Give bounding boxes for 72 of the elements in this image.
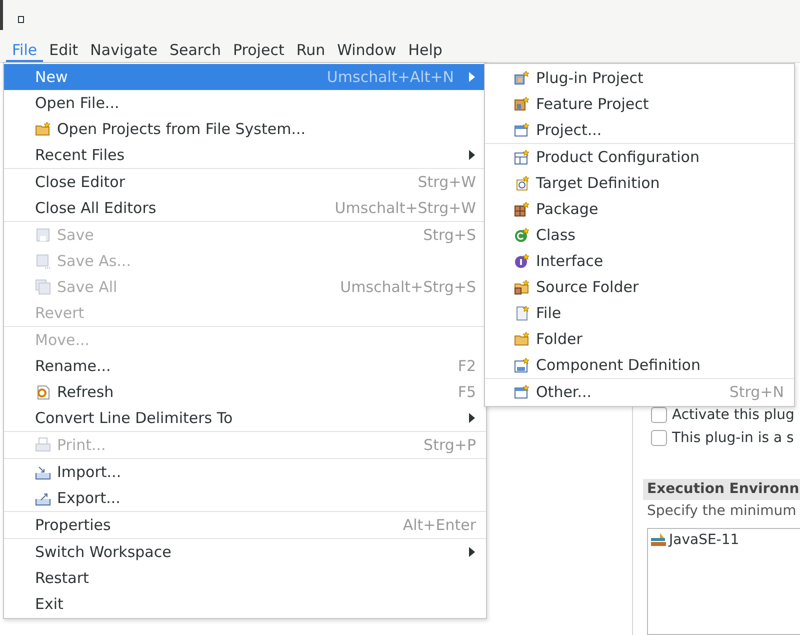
source-folder-icon	[514, 279, 530, 295]
menu-item[interactable]: Class	[485, 222, 794, 248]
menu-item[interactable]: Component Definition	[485, 352, 794, 378]
menu-item[interactable]: Feature Project	[485, 91, 794, 117]
menu-item[interactable]: Exit	[4, 591, 486, 617]
shortcut-label: Umschalt+Alt+N	[326, 68, 454, 86]
menu-item[interactable]: File	[485, 300, 794, 326]
shortcut-label: Umschalt+Strg+W	[334, 199, 476, 217]
package-icon	[514, 201, 530, 217]
folder-icon	[35, 121, 51, 137]
menu-item[interactable]: Project...	[485, 117, 794, 143]
window-icon	[514, 384, 530, 400]
menu-item[interactable]: Folder	[485, 326, 794, 352]
checkbox[interactable]	[651, 430, 667, 446]
menu-item[interactable]: Other... Strg+N	[485, 379, 794, 405]
menu-item[interactable]: Rename... F2	[4, 353, 486, 379]
section-description: Specify the minimum	[646, 502, 798, 521]
menu-title[interactable]: Window	[331, 40, 402, 62]
menu-item[interactable]: Recent Files	[4, 142, 486, 168]
menu-item[interactable]: Close All Editors Umschalt+Strg+W	[4, 195, 486, 221]
shortcut-label: Strg+P	[424, 436, 476, 454]
menu-item[interactable]: Close Editor Strg+W	[4, 169, 486, 195]
feature-icon	[514, 96, 530, 112]
folder-icon	[514, 331, 530, 347]
checkbox[interactable]	[651, 406, 667, 422]
file-icon	[514, 305, 530, 321]
menu-item[interactable]: Target Definition	[485, 170, 794, 196]
shortcut-label: Strg+W	[418, 173, 476, 191]
menu-item[interactable]: Restart	[4, 565, 486, 591]
list-item[interactable]: JavaSE-11	[651, 532, 797, 548]
checkbox-label: This plug-in is a s	[672, 430, 794, 446]
component-icon	[514, 357, 530, 373]
floppy-disks-icon	[35, 279, 51, 295]
menu-item[interactable]: Import...	[4, 459, 486, 485]
class-icon	[514, 227, 530, 243]
menu-title[interactable]: Run	[290, 40, 332, 62]
menu-item[interactable]: Open Projects from File System...	[4, 116, 486, 142]
books-icon	[651, 533, 667, 547]
menu-title[interactable]: Navigate	[84, 40, 164, 62]
menu-item[interactable]: Package	[485, 196, 794, 222]
menu-item[interactable]: Interface	[485, 248, 794, 274]
printer-icon	[35, 437, 51, 453]
plugin-icon	[514, 70, 530, 86]
menu-item[interactable]: Export...	[4, 485, 486, 511]
table-icon	[514, 149, 530, 165]
window-icon	[514, 122, 530, 138]
shortcut-label: Umschalt+Strg+S	[340, 278, 476, 296]
menu-item[interactable]: Refresh F5	[4, 379, 486, 405]
shortcut-label: Alt+Enter	[402, 516, 476, 534]
window-icon	[18, 16, 24, 22]
shortcut-label: F5	[458, 383, 476, 401]
menu-item[interactable]: Source Folder	[485, 274, 794, 300]
refresh-icon	[35, 384, 51, 400]
menu-item[interactable]: Switch Workspace	[4, 539, 486, 565]
menu-item[interactable]: Convert Line Delimiters To	[4, 405, 486, 431]
tray-arrow-in-icon	[35, 464, 51, 480]
target-icon	[514, 175, 530, 191]
menu-item[interactable]: Properties Alt+Enter	[4, 512, 486, 538]
menu-item[interactable]: Product Configuration	[485, 144, 794, 170]
menu-item[interactable]: New Umschalt+Alt+N	[4, 64, 486, 90]
menu-item[interactable]: Plug-in Project	[485, 65, 794, 91]
menu-title[interactable]: Search	[163, 40, 227, 62]
menu-title[interactable]: Project	[227, 40, 290, 62]
menu-title[interactable]: Help	[402, 40, 448, 62]
shortcut-label: Strg+N	[729, 383, 784, 401]
checkbox-label: Activate this plug	[672, 406, 794, 422]
shortcut-label: F2	[458, 357, 476, 375]
shortcut-label: Strg+S	[423, 226, 476, 244]
section-title: Execution Environn	[643, 479, 800, 500]
interface-icon	[514, 253, 530, 269]
menu-title[interactable]: Edit	[43, 40, 84, 62]
menu-item[interactable]: Open File...	[4, 90, 486, 116]
